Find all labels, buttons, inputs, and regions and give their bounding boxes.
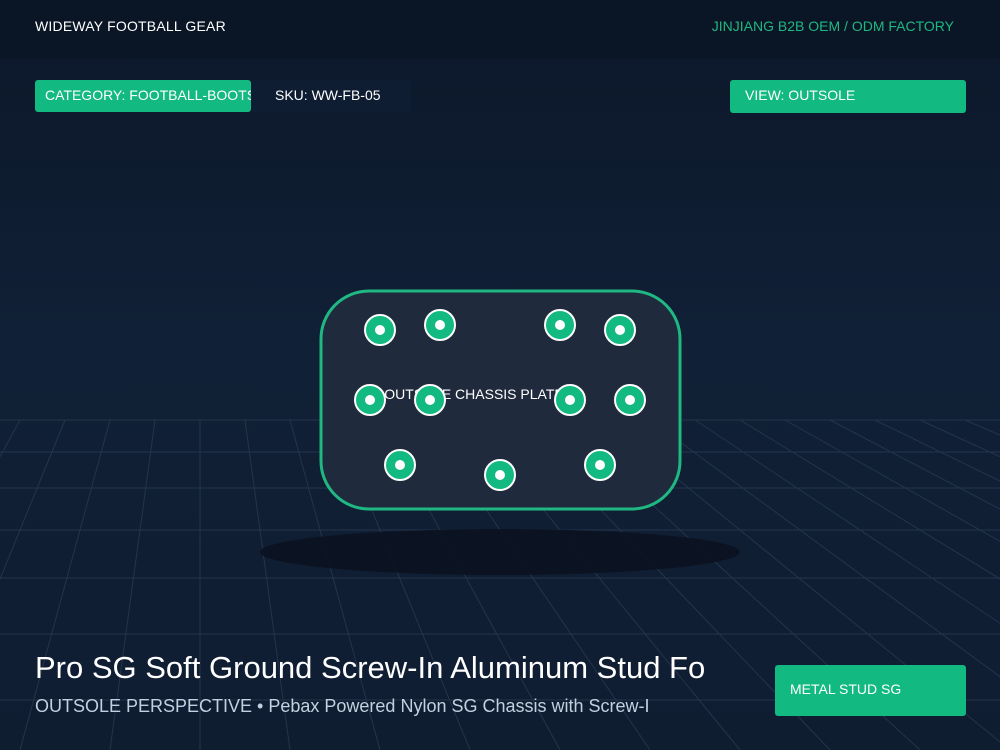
product-subtitle: OUTSOLE PERSPECTIVE • Pebax Powered Nylo…	[35, 696, 650, 716]
sku-chip-label: SKU: WW-FB-05	[275, 87, 381, 103]
factory-tagline: JINJIANG B2B OEM / ODM FACTORY	[711, 18, 954, 34]
stud-marker[interactable]	[604, 314, 636, 346]
stud-marker[interactable]	[354, 384, 386, 416]
brand-name[interactable]: WIDEWAY FOOTBALL GEAR	[35, 18, 226, 34]
top-bar: WIDEWAY FOOTBALL GEAR JINJIANG B2B OEM /…	[0, 0, 1000, 58]
view-toggle-label: VIEW: OUTSOLE	[745, 87, 856, 103]
stud-marker[interactable]	[414, 384, 446, 416]
stud-type-badge[interactable]: METAL STUD SG	[775, 665, 966, 716]
stud-marker[interactable]	[364, 314, 396, 346]
stud-marker[interactable]	[424, 309, 456, 341]
category-chip[interactable]: CATEGORY: FOOTBALL-BOOTS	[35, 80, 256, 112]
stud-marker[interactable]	[614, 384, 646, 416]
stud-marker[interactable]	[544, 309, 576, 341]
plate-shadow	[260, 529, 740, 575]
stud-marker[interactable]	[484, 459, 516, 491]
stud-marker[interactable]	[384, 449, 416, 481]
product-viewer: OUTSOLE CHASSIS PLATE WIDEWAY FOOTBALL G…	[0, 0, 1000, 750]
stud-marker[interactable]	[554, 384, 586, 416]
category-chip-label: CATEGORY: FOOTBALL-BOOTS	[45, 87, 257, 103]
stud-type-badge-label: METAL STUD SG	[790, 681, 902, 697]
product-meta-chips: CATEGORY: FOOTBALL-BOOTS SKU: WW-FB-05	[35, 80, 411, 112]
view-toggle-button[interactable]: VIEW: OUTSOLE	[730, 80, 966, 113]
sku-chip: SKU: WW-FB-05	[251, 80, 411, 112]
product-title: Pro SG Soft Ground Screw-In Aluminum Stu…	[35, 650, 706, 685]
plate-label: OUTSOLE CHASSIS PLATE	[384, 386, 563, 402]
stud-marker[interactable]	[584, 449, 616, 481]
